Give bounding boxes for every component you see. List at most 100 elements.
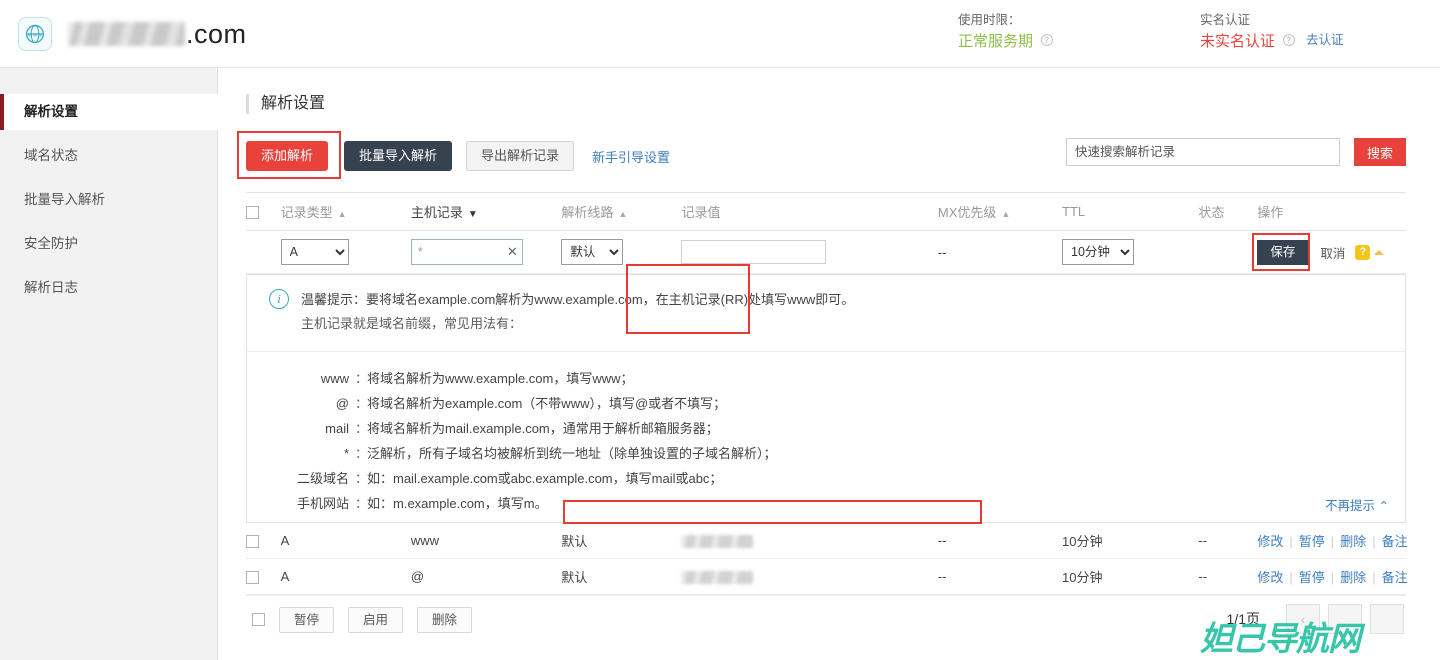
sidebar-item-label: 域名状态 xyxy=(24,148,78,163)
sidebar-item-resolve-log[interactable]: 解析日志 xyxy=(0,270,217,306)
table-row: A @ 默认 -- 10分钟 -- 修改 | 暂停 | 删除 | 备注 xyxy=(246,558,1408,595)
row-action-pause[interactable]: 暂停 xyxy=(1299,534,1325,549)
chevron-left-icon[interactable]: ‹ xyxy=(1286,604,1320,634)
row-checkbox-cell xyxy=(246,523,281,559)
domain-name: .com xyxy=(68,19,247,50)
record-value-input[interactable] xyxy=(681,240,827,264)
question-circle-icon[interactable]: ? xyxy=(1282,34,1295,46)
row-status: -- xyxy=(1198,523,1258,559)
save-button[interactable]: 保存 xyxy=(1257,239,1309,265)
row-action-pause[interactable]: 暂停 xyxy=(1299,570,1325,585)
row-action-edit[interactable]: 修改 xyxy=(1257,570,1283,585)
action-divider: | xyxy=(1289,534,1293,549)
tip-line-1: 温馨提示：要将域名example.com解析为www.example.com，在… xyxy=(301,292,855,307)
usage-period-value: 正常服务期 xyxy=(958,33,1034,50)
row-action-remark[interactable]: 备注 xyxy=(1382,534,1408,549)
tip-usage-list: www ： 将域名解析为www.example.com，填写www； @ ： 将… xyxy=(247,352,1405,522)
row-actions: 修改 | 暂停 | 删除 | 备注 xyxy=(1257,558,1408,595)
resolve-line-select[interactable]: 默认 xyxy=(561,239,624,265)
search-button[interactable]: 搜索 xyxy=(1354,138,1406,166)
header-status: 状态 xyxy=(1198,192,1258,231)
logo-area: www .com xyxy=(18,17,247,51)
bulk-delete-button[interactable]: 删除 xyxy=(417,606,473,633)
edit-row-checkbox-cell xyxy=(246,230,281,274)
row-host-record: @ xyxy=(410,558,562,595)
record-type-select[interactable]: A xyxy=(280,239,349,265)
row-resolve-line: 默认 xyxy=(561,558,682,595)
go-verify-link[interactable]: 去认证 xyxy=(1306,33,1344,47)
row-mx-priority: -- xyxy=(937,558,1063,595)
tip-item-key: * xyxy=(343,446,349,461)
add-record-button[interactable]: 添加解析 xyxy=(246,141,329,171)
header-host-record[interactable]: 主机记录 ▼ xyxy=(410,192,562,231)
edit-mx-priority-cell: -- xyxy=(937,230,1063,274)
app-header: www .com 使用时限： 正常服务期 ? 实名认证 未实名认证 ? 去认证 xyxy=(0,0,1440,68)
row-action-edit[interactable]: 修改 xyxy=(1257,534,1283,549)
footer-select-all-checkbox[interactable] xyxy=(252,613,265,626)
sort-desc-icon: ▼ xyxy=(467,209,478,220)
close-x-icon[interactable]: ✕ xyxy=(507,243,518,260)
header-label: 主机记录 xyxy=(410,205,463,220)
dismiss-tip-link[interactable]: 不再提示 ⌃ xyxy=(1325,495,1389,514)
select-all-checkbox[interactable] xyxy=(246,206,259,220)
tip-item-separator: ： xyxy=(355,446,369,461)
caret-up-icon: ⌃ xyxy=(1378,499,1389,513)
tip-item-subdomain: 二级域名 ： 如：mail.example.com或abc.example.co… xyxy=(247,466,1405,491)
sidebar-item-security[interactable]: 安全防护 xyxy=(0,226,217,262)
header-label: 状态 xyxy=(1198,205,1225,220)
search-input[interactable] xyxy=(1066,138,1340,166)
row-action-delete[interactable]: 删除 xyxy=(1340,534,1366,549)
record-value-redacted xyxy=(681,535,754,549)
realname-auth-block: 实名认证 未实名认证 ? 去认证 xyxy=(1200,10,1344,54)
chevron-right-icon[interactable] xyxy=(1370,604,1404,634)
tip-item-at: @ ： 将域名解析为example.com（不带www），填写@或者不填写； xyxy=(247,391,1405,416)
bulk-pause-button[interactable]: 暂停 xyxy=(279,606,335,633)
sidebar-item-label: 解析日志 xyxy=(24,280,78,295)
main-content: 解析设置 添加解析 批量导入解析 导出解析记录 新手引导设置 搜索 xyxy=(218,68,1440,660)
header-label: 解析线路 xyxy=(561,205,614,220)
help-question-icon[interactable]: ? xyxy=(1355,244,1371,260)
row-action-delete[interactable]: 删除 xyxy=(1340,570,1366,585)
row-select-checkbox[interactable] xyxy=(246,535,259,549)
question-circle-icon[interactable]: ? xyxy=(1040,34,1053,46)
tip-item-key: 手机网站 xyxy=(296,496,349,511)
tip-item-mobile-site: 手机网站 ： 如：m.example.com，填写m。 xyxy=(247,491,1405,516)
sort-asc-icon: ▲ xyxy=(618,209,628,219)
sidebar-item-resolve-settings[interactable]: 解析设置 xyxy=(0,94,219,130)
header-record-type[interactable]: 记录类型 ▲ xyxy=(280,192,411,231)
row-select-checkbox[interactable] xyxy=(246,571,259,585)
edit-status-cell xyxy=(1198,230,1258,274)
header-mx-priority[interactable]: MX优先级 ▲ xyxy=(937,192,1063,231)
batch-import-button[interactable]: 批量导入解析 xyxy=(344,141,453,171)
cancel-button[interactable]: 取消 xyxy=(1320,243,1345,262)
caret-up-icon[interactable] xyxy=(1374,249,1385,255)
tip-item-key: mail xyxy=(325,421,349,436)
records-table: 记录类型 ▲ 主机记录 ▼ 解析线路 ▲ 记录值 MX优先级 ▲ TTL 状态 … xyxy=(246,192,1406,274)
page-body: 解析设置 域名状态 批量导入解析 安全防护 解析日志 解析设置 添加解析 批量导… xyxy=(0,68,1440,660)
tip-item-desc: 将域名解析为example.com（不带www），填写@或者不填写； xyxy=(367,396,727,411)
svg-text:www: www xyxy=(28,32,43,38)
header-operation: 操作 xyxy=(1257,192,1406,231)
row-action-remark[interactable]: 备注 xyxy=(1382,570,1408,585)
row-actions: 修改 | 暂停 | 删除 | 备注 xyxy=(1257,523,1408,559)
ttl-select[interactable]: 10分钟 xyxy=(1062,239,1135,265)
tip-item-desc: 如：mail.example.com或abc.example.com，填写mai… xyxy=(367,471,723,486)
beginner-guide-link[interactable]: 新手引导设置 xyxy=(592,147,670,166)
dismiss-tip-label: 不再提示 xyxy=(1325,499,1376,513)
info-circle-icon: i xyxy=(269,289,289,309)
page-number-button[interactable] xyxy=(1328,604,1362,634)
tip-line-2: 主机记录就是域名前缀，常见用法有： xyxy=(301,316,523,331)
sidebar-item-domain-status[interactable]: 域名状态 xyxy=(0,138,217,174)
action-divider: | xyxy=(1330,534,1335,549)
usage-period-label: 使用时限： xyxy=(958,13,1021,27)
host-record-input-wrap: ✕ xyxy=(410,239,523,265)
realname-auth-value: 未实名认证 xyxy=(1200,33,1276,50)
bulk-enable-button[interactable]: 启用 xyxy=(348,606,404,633)
sidebar-item-batch-import[interactable]: 批量导入解析 xyxy=(0,182,217,218)
action-divider: | xyxy=(1289,570,1293,585)
sort-asc-icon: ▲ xyxy=(1001,209,1011,219)
select-all-header xyxy=(246,192,281,231)
edit-record-type-cell: A xyxy=(280,230,411,274)
export-records-button[interactable]: 导出解析记录 xyxy=(466,141,575,171)
header-resolve-line[interactable]: 解析线路 ▲ xyxy=(561,192,682,231)
